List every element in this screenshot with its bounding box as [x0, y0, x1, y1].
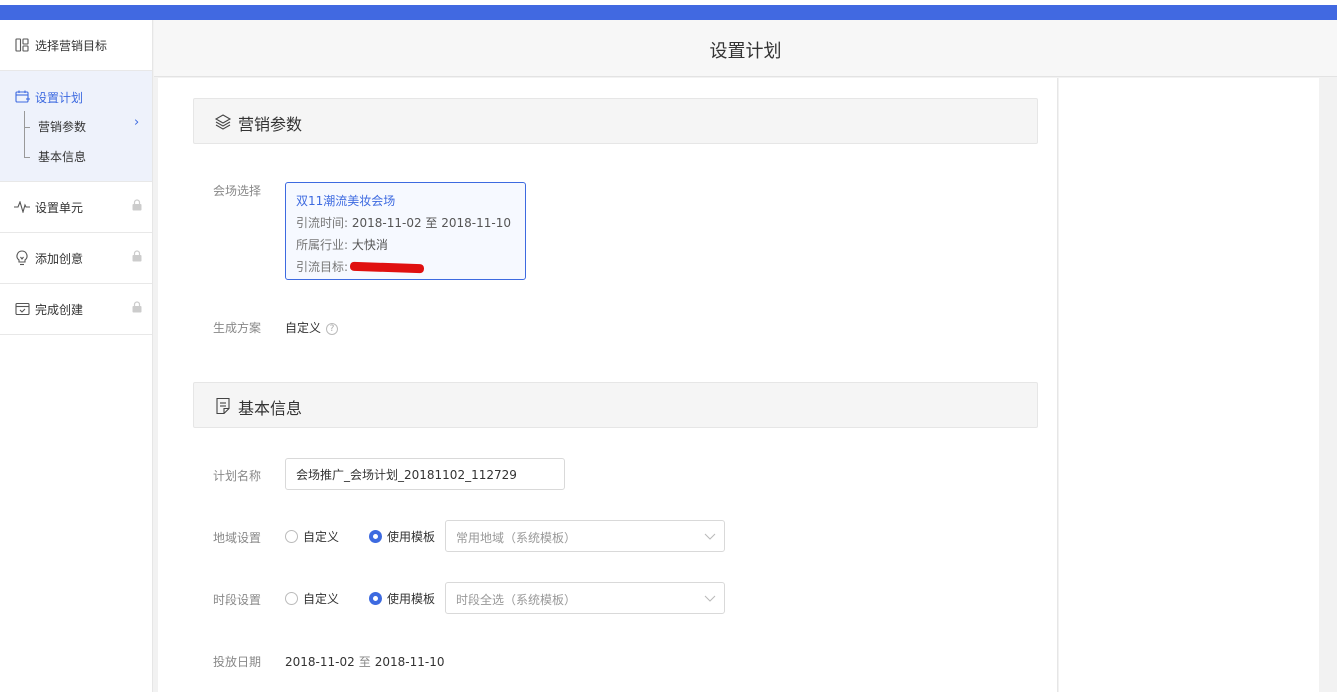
- section-title: 营销参数: [238, 115, 303, 134]
- section-title: 基本信息: [238, 399, 303, 418]
- date-separator: 至: [358, 655, 371, 669]
- sidebar-step-label: 完成创建: [35, 302, 84, 317]
- right-panel: [1059, 78, 1319, 692]
- page-header: 设置计划: [154, 20, 1337, 77]
- section-marketing-params: 营销参数: [193, 98, 1038, 144]
- sidebar-step-select-goal[interactable]: 选择营销目标: [0, 20, 152, 71]
- venue-name: 双11潮流美妆会场: [296, 194, 396, 208]
- main-content: 营销参数 会场选择 双11潮流美妆会场 引流时间: 2018-11-02 至 2…: [158, 78, 1058, 692]
- chevron-right-icon: ›: [134, 115, 140, 130]
- time-radio-template[interactable]: 使用模板: [369, 590, 435, 607]
- time-template-select[interactable]: 时段全选（系统模板）: [445, 582, 725, 614]
- plan-board-icon: [14, 89, 30, 105]
- region-label: 地域设置: [213, 531, 262, 545]
- layout-grid-icon: [14, 37, 30, 53]
- date-end: 2018-11-10: [374, 655, 445, 669]
- venue-label: 会场选择: [213, 184, 262, 198]
- delivery-date-range[interactable]: 2018-11-02 至 2018-11-10: [285, 653, 445, 670]
- document-icon: [216, 397, 230, 415]
- sidebar-subitem-basic-info[interactable]: 基本信息: [38, 148, 86, 165]
- time-slot-label: 时段设置: [213, 593, 262, 607]
- venue-time: 引流时间: 2018-11-02 至 2018-11-10: [296, 216, 511, 230]
- lock-icon: [132, 250, 142, 262]
- radio-circle: [285, 592, 298, 605]
- sidebar-step-set-unit[interactable]: 设置单元: [0, 182, 152, 233]
- plan-value: 自定义: [285, 321, 322, 335]
- top-bar: [0, 0, 1337, 20]
- sidebar-step-label: 添加创意: [35, 251, 84, 266]
- radio-circle-selected: [369, 530, 382, 543]
- date-start: 2018-11-02: [285, 655, 355, 669]
- plan-label: 生成方案: [213, 321, 262, 335]
- radio-circle: [285, 530, 298, 543]
- plan-name-label: 计划名称: [213, 469, 262, 483]
- lightbulb-icon: [14, 250, 30, 266]
- page-title: 设置计划: [709, 41, 782, 62]
- plan-value-row: 自定义?: [285, 319, 339, 336]
- redaction-mark: [349, 261, 425, 274]
- venue-industry: 所属行业: 大快消: [296, 238, 388, 252]
- sidebar-step-add-creative[interactable]: 添加创意: [0, 233, 152, 284]
- region-template-select[interactable]: 常用地域（系统模板）: [445, 520, 725, 552]
- layers-icon: [214, 114, 232, 130]
- sidebar-step-label: 选择营销目标: [35, 38, 108, 53]
- tree-tick: [24, 127, 30, 128]
- chevron-down-icon: [704, 595, 716, 602]
- region-radio-template[interactable]: 使用模板: [369, 528, 435, 545]
- sidebar-step-label: 设置单元: [35, 200, 84, 215]
- plan-name-input[interactable]: [285, 458, 565, 490]
- tree-line: [24, 111, 25, 157]
- sidebar-step-finish[interactable]: 完成创建: [0, 284, 152, 335]
- venue-card[interactable]: 双11潮流美妆会场 引流时间: 2018-11-02 至 2018-11-10 …: [285, 182, 526, 280]
- help-icon[interactable]: ?: [326, 322, 339, 335]
- chevron-down-icon: [704, 533, 716, 540]
- venue-target: 引流目标:: [296, 256, 515, 278]
- sidebar-step-label: 设置计划: [35, 90, 84, 105]
- pulse-icon: [14, 199, 30, 215]
- sidebar-subitem-marketing-params[interactable]: 营销参数: [38, 118, 86, 135]
- time-radio-custom[interactable]: 自定义: [285, 590, 339, 607]
- lock-icon: [132, 301, 142, 313]
- radio-circle-selected: [369, 592, 382, 605]
- section-basic-info: 基本信息: [193, 382, 1038, 428]
- region-radio-custom[interactable]: 自定义: [285, 528, 339, 545]
- top-bar-clipped-area: [0, 0, 1337, 5]
- finish-window-icon: [14, 301, 30, 317]
- tree-tick: [24, 157, 30, 158]
- lock-icon: [132, 199, 142, 211]
- delivery-date-label: 投放日期: [213, 655, 262, 669]
